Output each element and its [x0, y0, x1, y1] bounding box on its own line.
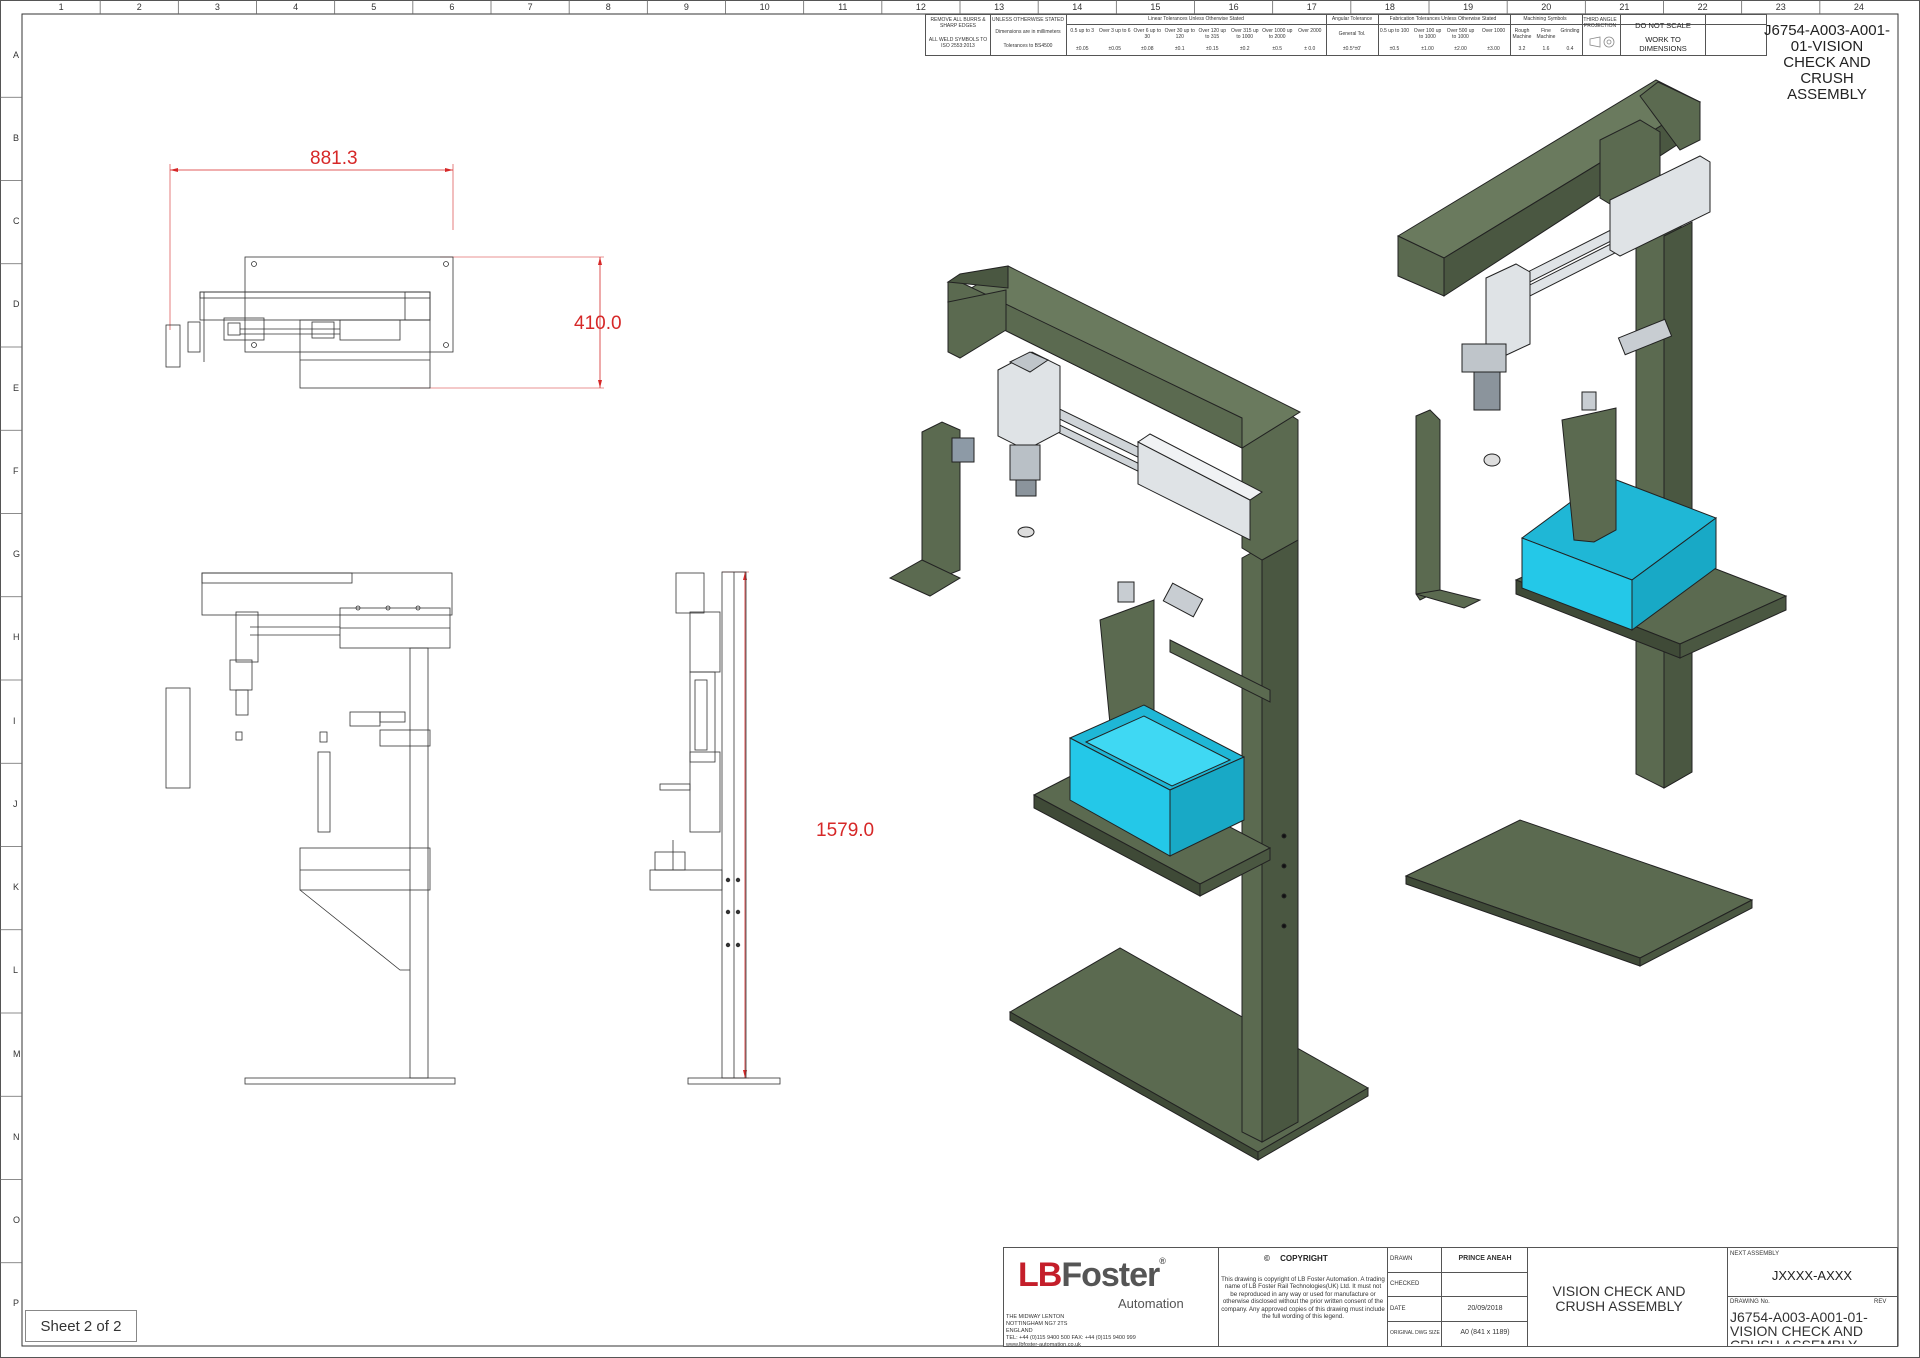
date-value: 20/09/2018 [1467, 1305, 1503, 1312]
next-assembly-label: NEXT ASSEMBLY [1730, 1251, 1780, 1257]
drawn-label: DRAWN [1390, 1256, 1413, 1262]
address-line-3: ENGLAND [1006, 1328, 1033, 1334]
top-view [165, 164, 604, 389]
next-assembly-value: JXXXX-AXXX [1771, 1268, 1853, 1283]
checked-label: CHECKED [1390, 1281, 1420, 1287]
logo-registered: ® [1159, 1256, 1166, 1266]
size-label: ORIGINAL DWG SIZE [1390, 1330, 1440, 1336]
address-line-1: THE MIDWAY LENTON [1006, 1314, 1065, 1320]
address-phone: TEL: +44 (0)115 9400 500 FAX: +44 (0)115… [1006, 1335, 1136, 1341]
front-view [165, 572, 456, 1085]
sheet-label-box: Sheet 2 of 2 [25, 1310, 137, 1342]
address-web: www.lbfoster-automation.co.uk [1006, 1342, 1081, 1348]
isometric-view-rear [1396, 79, 1788, 967]
date-label: DATE [1390, 1306, 1406, 1312]
logo-lb: LB [1018, 1256, 1062, 1294]
title-block: LBFoster® Automation THE MIDWAY LENTON N… [1003, 1247, 1898, 1348]
side-view [649, 571, 781, 1085]
drawn-value: PRINCE ANEAH [1458, 1255, 1512, 1262]
drawing-no-value: J6754-A003-A001-01-VISION CHECK AND CRUS… [1730, 1310, 1868, 1344]
drawing-no-label: DRAWING No. [1730, 1299, 1770, 1305]
size-value: A0 (841 x 1189) [1460, 1329, 1510, 1336]
sheet-label: Sheet 2 of 2 [40, 1318, 122, 1335]
copyright-title: COPYRIGHT [1280, 1254, 1328, 1263]
isometric-view-main [888, 265, 1370, 1161]
copyright-icon: © [1264, 1254, 1270, 1263]
address-line-2: NOTTINGHAM NG7 2TS [1006, 1321, 1068, 1327]
logo-foster: Foster [1061, 1256, 1160, 1294]
logo-subtitle: Automation [1118, 1296, 1184, 1311]
copyright-text: This drawing is copyright of LB Foster A… [1221, 1276, 1385, 1321]
rev-label: REV [1874, 1299, 1887, 1305]
title-block-title: VISION CHECK AND CRUSH ASSEMBLY [1552, 1283, 1686, 1314]
assembly-views [165, 79, 1788, 1161]
